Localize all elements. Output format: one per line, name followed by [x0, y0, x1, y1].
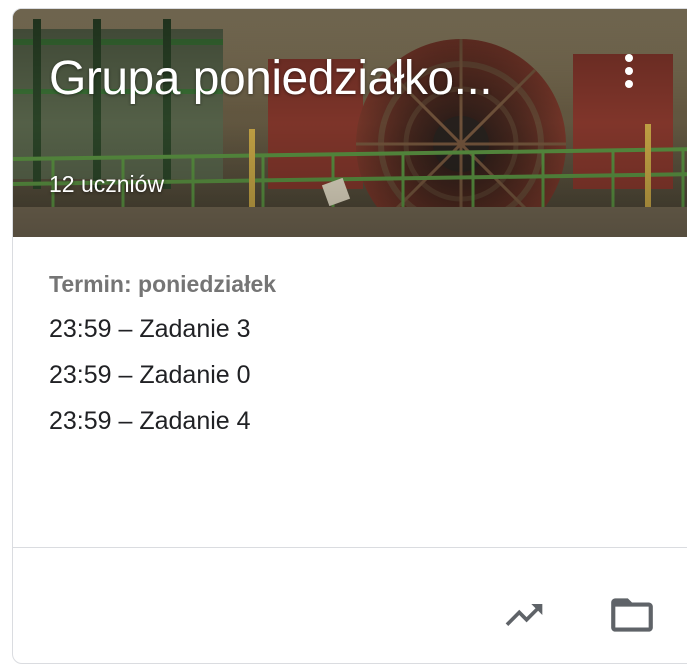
more-vert-icon[interactable]: [609, 47, 649, 95]
student-count: 12 uczniów: [49, 171, 165, 197]
class-banner[interactable]: Grupa poniedziałko... 12 uczniów: [13, 9, 687, 237]
banner-photo: [13, 9, 687, 237]
due-date-label: Termin: poniedziałek: [49, 271, 277, 297]
assignment-list: 23:59 – Zadanie 3 23:59 – Zadanie 0 23:5…: [49, 315, 251, 453]
trending-up-glyph: [505, 604, 543, 626]
trending-up-icon[interactable]: [497, 588, 551, 642]
assignment-link[interactable]: 23:59 – Zadanie 0: [49, 361, 251, 407]
assignment-link[interactable]: 23:59 – Zadanie 3: [49, 315, 251, 361]
more-dot: [625, 54, 633, 62]
assignment-link[interactable]: 23:59 – Zadanie 4: [49, 407, 251, 453]
card-footer: [13, 548, 687, 663]
more-dot: [625, 80, 633, 88]
class-card: Grupa poniedziałko... 12 uczniów Termin:…: [12, 8, 687, 664]
more-dot: [625, 67, 633, 75]
class-title[interactable]: Grupa poniedziałko...: [49, 51, 569, 106]
assignments-section: Termin: poniedziałek 23:59 – Zadanie 3 2…: [13, 237, 687, 547]
folder-glyph: [611, 598, 653, 632]
folder-icon[interactable]: [605, 588, 659, 642]
